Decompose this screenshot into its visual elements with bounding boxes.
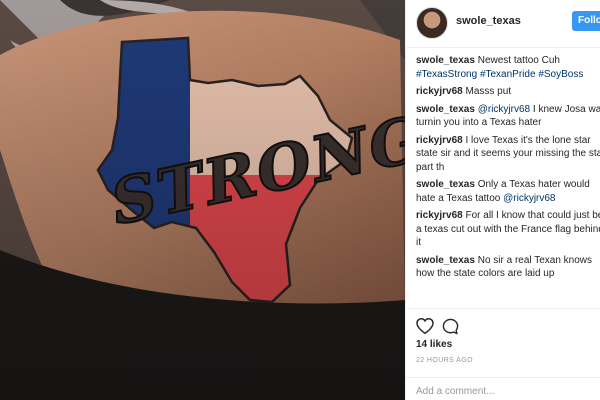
comment-username[interactable]: swole_texas [416, 104, 475, 115]
comment-username[interactable]: rickyjrv68 [416, 135, 463, 146]
mention-link[interactable]: @rickyjrv68 [478, 104, 530, 115]
list-item: swole_texas No sir a real Texan knows ho… [416, 254, 593, 280]
post-header: swole_texas Follow [406, 0, 600, 48]
avatar[interactable] [416, 7, 448, 39]
caption: swole_texas Newest tattoo Cuh #TexasStro… [416, 55, 584, 80]
list-item: swole_texas Only a Texas hater would hat… [416, 179, 590, 204]
heart-icon[interactable] [416, 317, 434, 339]
post-actions: 14 likes 22 HOURS AGO [406, 308, 600, 400]
post-username[interactable]: swole_texas [456, 15, 521, 27]
comment-icon[interactable] [442, 318, 459, 340]
follow-button[interactable]: Follow [572, 11, 600, 31]
add-comment-input[interactable] [416, 384, 591, 398]
hashtag-link[interactable]: #SoyBoss [538, 69, 583, 80]
comment-username[interactable]: rickyjrv68 [416, 210, 463, 221]
list-item: swole_texas @rickyjrv68 I knew Josa was … [416, 103, 600, 129]
likes-count[interactable]: 14 likes [416, 339, 452, 350]
list-item: rickyjrv68 Masss put [416, 86, 512, 97]
hashtag-link[interactable]: #TexanPride [480, 69, 536, 80]
comment-username[interactable]: swole_texas [416, 55, 475, 66]
comment-username[interactable]: swole_texas [416, 255, 475, 266]
list-item: rickyjrv68 For all I know that could jus… [416, 210, 600, 248]
post-sidebar: swole_texas Follow swole_texas Newest ta… [405, 0, 600, 400]
tattoo-photo-graphic: STRONG [0, 0, 405, 400]
post-timestamp: 22 HOURS AGO [416, 357, 473, 364]
post-photo[interactable]: STRONG [0, 0, 405, 400]
add-comment-bar [406, 377, 600, 400]
comment-list: swole_texas Newest tattoo Cuh #TexasStro… [416, 54, 600, 285]
comment-username[interactable]: swole_texas [416, 179, 475, 190]
comment-username[interactable]: rickyjrv68 [416, 86, 463, 97]
mention-link[interactable]: @rickyjrv68 [503, 193, 555, 204]
list-item: rickyjrv68 I love Texas it's the lone st… [416, 134, 600, 173]
hashtag-link[interactable]: #TexasStrong [416, 69, 477, 80]
